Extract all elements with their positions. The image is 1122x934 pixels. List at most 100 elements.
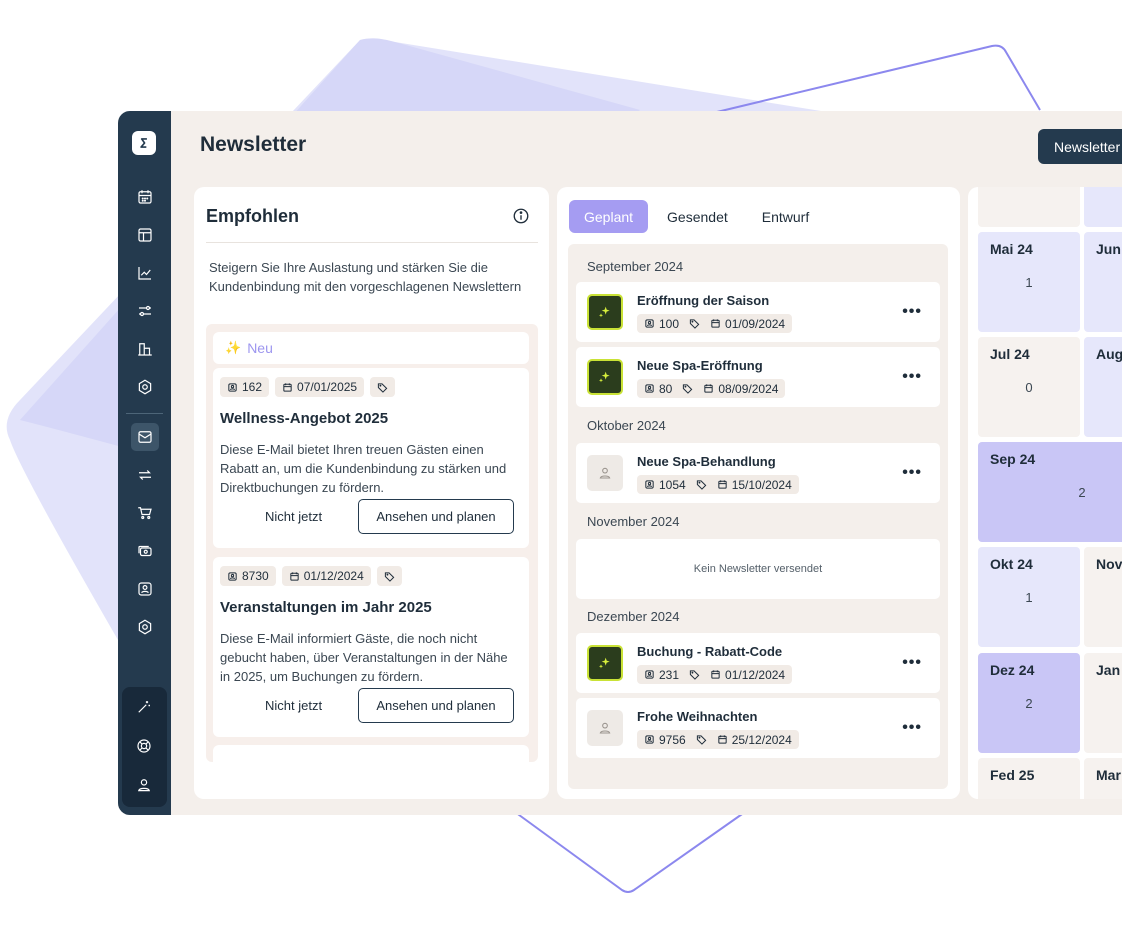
ai-newsletter-thumbnail: [587, 645, 623, 681]
tag-icon: [384, 571, 395, 582]
sidebar-item-contacts[interactable]: [131, 575, 159, 603]
contact-icon: [645, 480, 654, 489]
recommendation-title: Wellness-Angebot 2025: [220, 410, 389, 427]
sparkle-icon: [599, 371, 610, 383]
ai-newsletter-thumbnail: [587, 359, 623, 395]
tab-scheduled[interactable]: Geplant: [569, 200, 649, 233]
calendar-cell[interactable]: Dez 24 2: [978, 653, 1080, 753]
sidebar-item-layout[interactable]: [131, 221, 159, 249]
calendar-icon: [704, 384, 714, 393]
newsletter-title: Buchung - Rabatt-Code: [637, 644, 783, 659]
contacts-chip: 8730: [220, 566, 276, 586]
sidebar-item-filters[interactable]: [131, 297, 159, 325]
more-options-icon[interactable]: •••: [902, 368, 922, 386]
sliders-icon: [139, 305, 151, 317]
tag-chip[interactable]: [376, 566, 402, 586]
sidebar-item-ai-tools[interactable]: [130, 693, 158, 721]
more-options-icon[interactable]: •••: [902, 303, 922, 321]
newsletter-meta: 80 08/09/2024: [637, 379, 786, 398]
user-icon: [137, 779, 151, 792]
newsletter-title: Frohe Weihnachten: [637, 709, 758, 724]
recommendation-title: Veranstaltungen im Jahr 2025: [220, 599, 432, 616]
sidebar-item-calendar[interactable]: [131, 183, 159, 211]
contact-icon: [645, 384, 654, 393]
sidebar-item-analytics[interactable]: [131, 259, 159, 287]
page-title: Newsletter: [200, 133, 307, 156]
tab-sent[interactable]: Gesendet: [652, 200, 743, 233]
sparkle-icon: ✨: [225, 340, 242, 355]
newsletter-list[interactable]: September 2024 Eröffnung der Saison 100 …: [568, 244, 948, 789]
contact-icon: [138, 582, 152, 596]
calendar-cell[interactable]: Okt 24 1: [978, 547, 1080, 647]
calendar-month: Jun: [1096, 241, 1121, 257]
date-chip: 01/12/2024: [281, 566, 371, 586]
calendar-cell[interactable]: [978, 187, 1080, 227]
newsletter-row[interactable]: Eröffnung der Saison 100 01/09/2024 •••: [576, 282, 940, 342]
newsletter-schedule-panel: Geplant Gesendet Entwurf September 2024 …: [557, 187, 960, 799]
calendar-cell[interactable]: Fed 25: [978, 758, 1080, 799]
empty-state: Kein Newsletter versendet: [576, 539, 940, 599]
ai-newsletter-thumbnail: [587, 294, 623, 330]
sidebar-item-automation[interactable]: [131, 461, 159, 489]
sidebar-item-newsletter[interactable]: [131, 423, 159, 451]
newsletter-row[interactable]: Frohe Weihnachten 9756 25/12/2024 •••: [576, 698, 940, 758]
app-logo-icon[interactable]: [132, 131, 156, 155]
newsletter-meta: 231 01/12/2024: [637, 665, 793, 684]
monthly-calendar-panel: Mai 24 1 Jun Jul 24 0 Aug Sep 24 2 Okt 2…: [968, 187, 1122, 799]
tag-icon: [377, 382, 388, 393]
recommendation-meta: 8730 01/12/2024: [220, 566, 402, 586]
calendar-cell-highlight[interactable]: Sep 24 2: [978, 442, 1122, 542]
cart-icon: [138, 507, 152, 520]
more-options-icon[interactable]: •••: [902, 719, 922, 737]
sidebar-item-help[interactable]: [130, 732, 158, 760]
calendar-cell[interactable]: Nov: [1084, 547, 1122, 647]
calendar-cell[interactable]: Mai 24 1: [978, 232, 1080, 332]
newsletter-row[interactable]: Buchung - Rabatt-Code 231 01/12/2024 •••: [576, 633, 940, 693]
sidebar-item-payments[interactable]: [131, 537, 159, 565]
sidebar-item-property[interactable]: [131, 335, 159, 363]
newsletter-thumbnail: [587, 710, 623, 746]
not-now-button[interactable]: Nicht jetzt: [265, 509, 322, 524]
calendar-cell[interactable]: [1084, 187, 1122, 227]
calendar-cell[interactable]: Jul 24 0: [978, 337, 1080, 437]
calendar-count: 0: [1025, 380, 1033, 395]
sidebar-item-settings[interactable]: [131, 373, 159, 401]
mail-icon: [138, 431, 152, 443]
building-icon: [138, 343, 152, 356]
calendar-count: 1: [1025, 275, 1033, 290]
recommendation-card: 162 07/01/2025 Wellness-Angebot 2025 Die…: [213, 368, 529, 548]
calendar-cell[interactable]: Jan: [1084, 653, 1122, 753]
date-chip: 07/01/2025: [275, 377, 365, 397]
lifebuoy-icon: [137, 739, 151, 753]
tag-chip[interactable]: [370, 377, 396, 397]
tab-draft[interactable]: Entwurf: [747, 200, 824, 233]
more-options-icon[interactable]: •••: [902, 464, 922, 482]
sidebar-item-profile[interactable]: [130, 771, 158, 799]
view-and-plan-button[interactable]: Ansehen und planen: [358, 499, 514, 534]
sparkle-icon: [599, 657, 610, 669]
newsletter-row[interactable]: Neue Spa-Eröffnung 80 08/09/2024 •••: [576, 347, 940, 407]
app-window: Newsletter Newsletter Empfohlen Steigern…: [118, 111, 1122, 815]
contacts-chip: 162: [220, 377, 270, 397]
info-icon[interactable]: [512, 207, 530, 225]
new-newsletter-button[interactable]: Newsletter: [1038, 129, 1122, 164]
calendar-cell[interactable]: Aug: [1084, 337, 1122, 437]
view-and-plan-button[interactable]: Ansehen und planen: [358, 688, 514, 723]
calendar-month: Okt 24: [990, 556, 1033, 572]
calendar-icon: [718, 735, 727, 744]
recommended-list[interactable]: ✨ Neu 162 07/01/2025 Wellness-Angebot 20…: [206, 324, 538, 762]
sidebar-item-configuration[interactable]: [131, 613, 159, 641]
not-now-button[interactable]: Nicht jetzt: [265, 698, 322, 713]
sidebar-item-shop[interactable]: [131, 499, 159, 527]
more-options-icon[interactable]: •••: [902, 654, 922, 672]
calendar-cell[interactable]: Mar: [1084, 758, 1122, 799]
calendar-cell[interactable]: Jun: [1084, 232, 1122, 332]
settings-icon: [138, 379, 152, 395]
calendar-icon: [290, 571, 299, 581]
calendar-icon: [138, 190, 152, 204]
cash-icon: [138, 545, 152, 557]
newsletter-row[interactable]: Neue Spa-Behandlung 1054 15/10/2024 •••: [576, 443, 940, 503]
user-icon: [599, 467, 611, 479]
chart-icon: [138, 267, 151, 280]
calendar-month: Aug: [1096, 346, 1122, 362]
